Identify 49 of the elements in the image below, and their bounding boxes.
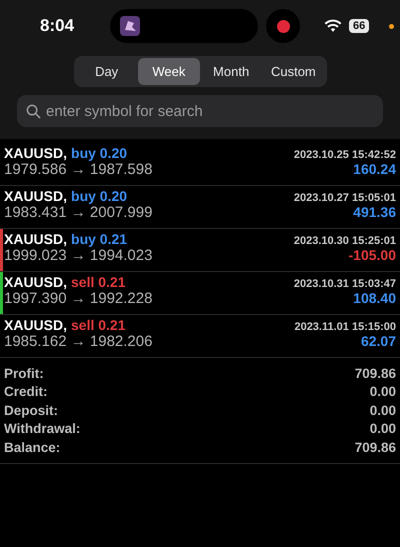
trade-profit: -105.00 (348, 247, 396, 263)
trade-profit: 491.36 (353, 204, 396, 220)
trade-row[interactable]: XAUUSD, buy 0.21 2023.10.30 15:25:01 1999.023 → 1994.023 -105.00 (0, 229, 400, 272)
period-tab[interactable]: Week (138, 58, 200, 85)
trade-side: sell 0.21 (71, 317, 126, 333)
summary-label: Deposit: (4, 402, 58, 418)
trade-symbol: XAUUSD, (4, 188, 68, 204)
trade-prices: 1999.023 → 1994.023 (4, 247, 152, 264)
period-tab[interactable]: Month (200, 58, 262, 85)
summary-value: 0.00 (370, 402, 396, 418)
trade-side: buy 0.20 (71, 145, 128, 161)
wifi-icon (324, 19, 342, 33)
summary-value: 0.00 (370, 384, 396, 400)
trade-side: buy 0.20 (71, 188, 128, 204)
search-field[interactable]: enter symbol for search (17, 95, 383, 127)
battery-indicator: 66 (349, 19, 370, 33)
trade-side: sell 0.21 (71, 274, 126, 290)
app-icon (120, 16, 140, 36)
trade-prices: 1985.162 → 1982.206 (4, 333, 152, 350)
summary-value: 709.86 (354, 440, 396, 455)
summary-value: 709.86 (354, 366, 396, 381)
summary-value: 0.00 (370, 421, 396, 436)
trade-profit: 108.40 (353, 290, 396, 306)
trade-profit: 62.07 (360, 333, 396, 349)
trade-prices: 1997.390 → 1992.228 (4, 290, 152, 307)
trade-time: 2023.10.31 15:03:47 (294, 278, 396, 290)
summary-label: Profit: (4, 366, 44, 381)
trade-prices: 1979.586 → 1987.598 (4, 161, 152, 178)
trade-prices: 1983.431 → 2007.999 (4, 204, 152, 221)
trade-time: 2023.10.30 15:25:01 (294, 235, 396, 247)
trade-symbol: XAUUSD, (4, 231, 68, 247)
period-tab[interactable]: Custom (262, 58, 324, 85)
trade-symbol: XAUUSD, (4, 274, 68, 290)
trade-time: 2023.11.01 15:15:00 (294, 321, 396, 333)
trade-time: 2023.10.25 15:42:52 (294, 149, 396, 161)
trade-row[interactable]: XAUUSD, buy 0.20 2023.10.25 15:42:52 1979.586 → 1987.598 160.24 (0, 143, 400, 186)
status-time: 8:04 (40, 16, 76, 36)
period-tab[interactable]: Day (76, 58, 138, 85)
summary-label: Withdrawal: (4, 421, 80, 436)
trade-row[interactable]: XAUUSD, sell 0.21 2023.11.01 15:15:00 1985.162 → 1982.206 62.07 (0, 315, 400, 358)
trade-symbol: XAUUSD, (4, 145, 68, 161)
trade-row[interactable]: XAUUSD, buy 0.20 2023.10.27 15:05:01 1983.431 → 2007.999 491.36 (0, 186, 400, 229)
summary-label: Credit: (4, 384, 48, 400)
trade-time: 2023.10.27 15:05:01 (294, 192, 396, 204)
trade-profit: 160.24 (353, 161, 396, 177)
trade-side: buy 0.21 (71, 231, 128, 247)
trade-row[interactable]: XAUUSD, sell 0.21 2023.10.31 15:03:47 1997.390 → 1992.228 108.40 (0, 272, 400, 315)
summary-label: Balance: (4, 440, 60, 455)
trade-symbol: XAUUSD, (4, 317, 68, 333)
